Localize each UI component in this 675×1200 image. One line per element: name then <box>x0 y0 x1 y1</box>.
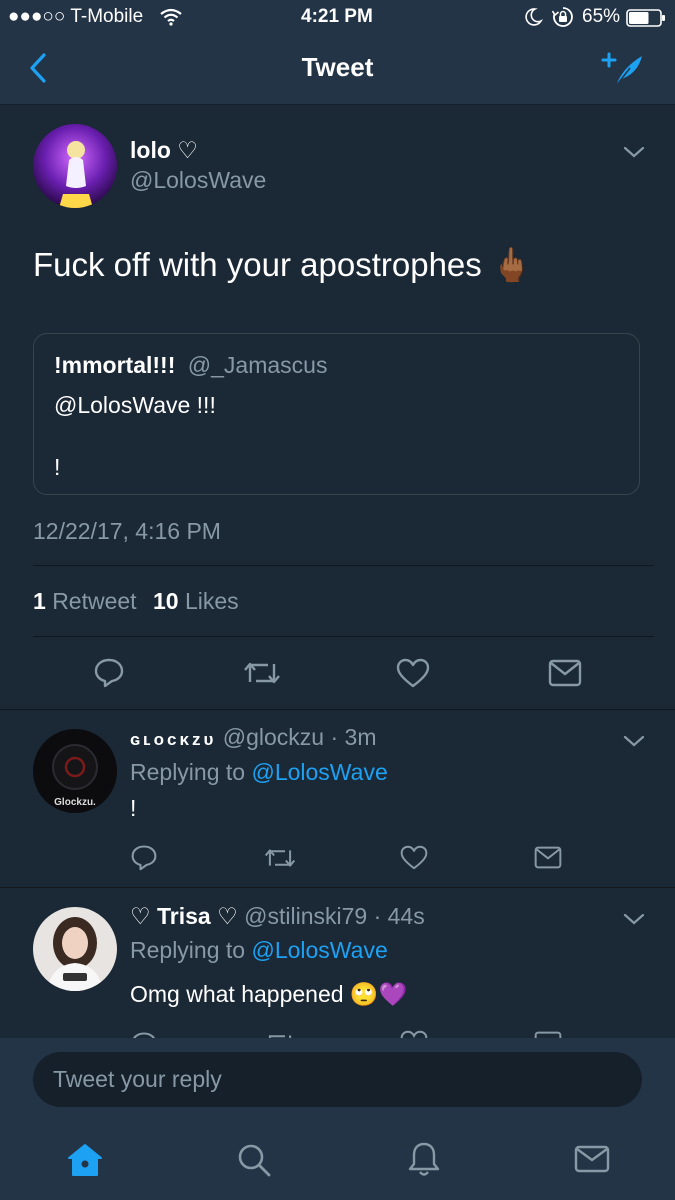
divider <box>0 887 675 888</box>
reply-header: ♡ Trisa ♡ @stilinski79 · 44s <box>130 903 425 930</box>
retweet-icon <box>264 849 296 867</box>
tweet-text: Fuck off with your apostrophes 🖕🏾 <box>33 246 533 283</box>
wifi-icon <box>160 8 182 26</box>
like-button[interactable] <box>400 845 428 870</box>
heart-icon <box>400 845 428 870</box>
reply-menu-button[interactable] <box>622 733 646 749</box>
quoted-handle: @_Jamascus <box>187 352 328 378</box>
direct-message-button[interactable] <box>534 845 562 870</box>
retweet-button[interactable] <box>243 658 281 688</box>
avatar-caption: Glockzu. <box>54 797 96 808</box>
tweet-timestamp: 12/22/17, 4:16 PM <box>33 518 221 544</box>
like-button[interactable] <box>396 658 430 688</box>
page-title: Tweet <box>301 52 374 82</box>
reply-button[interactable] <box>93 656 125 688</box>
battery-icon <box>626 9 666 27</box>
retweet-icon <box>244 662 280 684</box>
chevron-down-icon <box>623 735 645 747</box>
clock: 4:21 PM <box>301 6 373 27</box>
avatar-glockzu[interactable]: Glockzu. <box>33 729 117 813</box>
reply-text: Omg what happened 🙄💜 <box>130 981 408 1007</box>
compose-tweet-icon <box>601 52 642 87</box>
chevron-down-icon <box>623 146 645 158</box>
tweet-stats: 1 Retweet 10 Likes <box>33 588 239 615</box>
quoted-text-line1: @LolosWave !!! <box>54 392 216 418</box>
search-icon <box>238 1144 271 1177</box>
reply-handle[interactable]: @glockzu <box>223 724 324 750</box>
divider <box>0 709 675 710</box>
quoted-display-name: !mmortal!!! <box>54 352 176 378</box>
author-display-name[interactable]: lolo ♡ <box>130 137 198 164</box>
replying-to-link[interactable]: @LolosWave <box>251 759 387 785</box>
quoted-text-line2: ! <box>54 454 61 480</box>
compose-tweet-button[interactable] <box>600 50 646 90</box>
reply-display-name[interactable]: ♡ Trisa ♡ <box>130 903 238 929</box>
avatar-lolo[interactable] <box>33 124 117 208</box>
tab-bar <box>0 1122 675 1200</box>
retweet-stat[interactable]: 1 Retweet <box>33 588 137 614</box>
divider <box>33 636 654 637</box>
nav-bar: Tweet <box>0 36 675 105</box>
avatar-trisa[interactable] <box>33 907 117 991</box>
like-stat[interactable]: 10 Likes <box>153 588 239 614</box>
envelope-icon <box>574 1145 610 1173</box>
tweet-menu-button[interactable] <box>622 144 646 160</box>
home-icon <box>68 1144 102 1176</box>
tab-messages[interactable] <box>574 1144 610 1174</box>
tab-notifications[interactable] <box>406 1140 442 1178</box>
tab-home[interactable] <box>66 1142 104 1178</box>
reply-time: · 3m <box>330 724 377 750</box>
reply-time: · 44s <box>373 903 425 929</box>
chevron-down-icon <box>623 913 645 925</box>
reply-menu-button[interactable] <box>622 911 646 927</box>
reply-icon <box>94 658 124 688</box>
replying-to: Replying to @LolosWave <box>130 759 388 785</box>
quoted-header: !mmortal!!! @_Jamascus <box>54 352 327 379</box>
quoted-tweet[interactable]: !mmortal!!! @_Jamascus @LolosWave !!! ! <box>33 333 640 495</box>
reply-button[interactable] <box>130 843 158 871</box>
reply-input[interactable] <box>33 1052 642 1107</box>
status-bar: ●●●○○ T-Mobile 4:21 PM 65% <box>0 0 675 36</box>
tab-search[interactable] <box>236 1142 272 1178</box>
heart-icon <box>396 658 430 688</box>
reply-header: ɢʟᴏᴄᴋᴢᴜ @glockzu · 3m <box>130 724 377 751</box>
reply-text: ! <box>130 795 137 821</box>
retweet-button[interactable] <box>264 845 296 871</box>
replying-to-link[interactable]: @LolosWave <box>251 937 387 963</box>
moon-icon <box>525 7 543 27</box>
carrier-label: ●●●○○ T-Mobile <box>8 6 144 27</box>
replying-to: Replying to @LolosWave <box>130 937 388 963</box>
divider <box>33 565 654 566</box>
reply-icon <box>131 845 157 871</box>
envelope-icon <box>548 659 582 687</box>
rotation-lock-icon <box>552 6 574 28</box>
envelope-icon <box>534 846 562 869</box>
reply-display-name[interactable]: ɢʟᴏᴄᴋᴢᴜ <box>130 730 216 749</box>
battery-percent: 65% <box>582 6 621 27</box>
reply-handle[interactable]: @stilinski79 <box>244 903 367 929</box>
direct-message-button[interactable] <box>548 658 582 688</box>
author-handle[interactable]: @LolosWave <box>130 167 266 194</box>
bell-icon <box>408 1142 440 1176</box>
